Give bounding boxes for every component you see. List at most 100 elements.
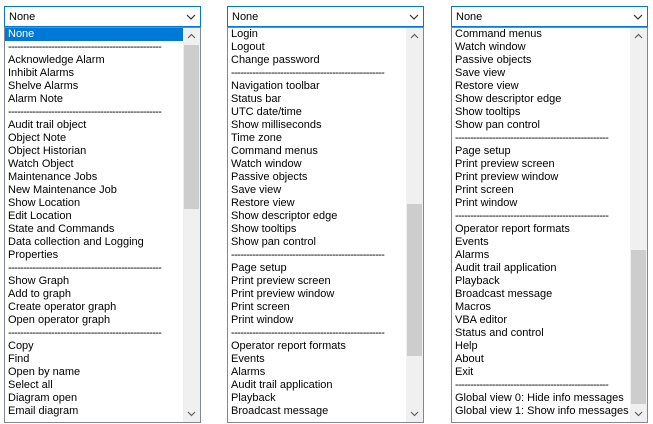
list-item[interactable]: Navigation toolbar bbox=[228, 80, 406, 93]
list-item[interactable]: Broadcast message bbox=[452, 288, 630, 301]
list-item[interactable]: Page setup bbox=[228, 262, 406, 275]
list-item[interactable]: Save view bbox=[228, 184, 406, 197]
list-item[interactable]: Show descriptor edge bbox=[452, 93, 630, 106]
combo-box-3[interactable]: None bbox=[451, 6, 648, 27]
list-item[interactable]: Operator report formats bbox=[228, 340, 406, 353]
list-item[interactable]: Restore view bbox=[452, 80, 630, 93]
list-item[interactable]: Exit bbox=[452, 366, 630, 379]
chevron-down-icon[interactable] bbox=[185, 11, 197, 23]
list-item[interactable]: None bbox=[5, 28, 183, 41]
list-item[interactable]: Edit Location bbox=[5, 210, 183, 223]
list-item[interactable]: New Maintenance Job bbox=[5, 184, 183, 197]
dropdown-list-2[interactable]: Login Logout Change password --------------… bbox=[227, 27, 424, 423]
list-item[interactable]: Find bbox=[5, 353, 183, 366]
list-item[interactable]: Copy bbox=[5, 340, 183, 353]
list-item[interactable]: Alarm Note bbox=[5, 93, 183, 106]
list-item[interactable]: Command menus bbox=[228, 145, 406, 158]
list-item[interactable]: Print preview screen bbox=[228, 275, 406, 288]
list-item[interactable]: Email diagram bbox=[5, 405, 183, 418]
list-item[interactable]: About bbox=[452, 353, 630, 366]
scrollbar-2[interactable] bbox=[406, 28, 423, 422]
list-item[interactable]: Save view bbox=[452, 67, 630, 80]
list-item[interactable]: Select all bbox=[5, 379, 183, 392]
list-item[interactable]: Show tooltips bbox=[452, 106, 630, 119]
list-item[interactable]: Print preview screen bbox=[452, 158, 630, 171]
list-item[interactable]: Global view 1: Show info messages bbox=[452, 405, 630, 418]
list-item[interactable]: VBA editor bbox=[452, 314, 630, 327]
list-item[interactable]: Open by name bbox=[5, 366, 183, 379]
list-item[interactable]: Show Graph bbox=[5, 275, 183, 288]
list-item[interactable]: UTC date/time bbox=[228, 106, 406, 119]
scrollbar-3[interactable] bbox=[630, 28, 647, 422]
list-item[interactable]: Audit trail application bbox=[228, 379, 406, 392]
chevron-down-icon[interactable] bbox=[408, 11, 420, 23]
list-item[interactable]: Maintenance Jobs bbox=[5, 171, 183, 184]
list-item[interactable]: Add to graph bbox=[5, 288, 183, 301]
chevron-down-icon[interactable] bbox=[632, 11, 644, 23]
list-item[interactable]: Print screen bbox=[228, 301, 406, 314]
list-item[interactable]: Watch window bbox=[452, 41, 630, 54]
list-item[interactable]: Macros bbox=[452, 301, 630, 314]
list-item[interactable]: Operator report formats bbox=[452, 223, 630, 236]
list-item[interactable]: Create operator graph bbox=[5, 301, 183, 314]
list-item[interactable]: Events bbox=[452, 236, 630, 249]
scroll-up-arrow-icon[interactable] bbox=[183, 28, 200, 45]
list-item[interactable]: Alarms bbox=[452, 249, 630, 262]
list-item[interactable]: Show tooltips bbox=[228, 223, 406, 236]
list-item[interactable]: Alarms bbox=[228, 366, 406, 379]
list-item[interactable]: Show descriptor edge bbox=[228, 210, 406, 223]
list-item[interactable]: Acknowledge Alarm bbox=[5, 54, 183, 67]
scroll-down-arrow-icon[interactable] bbox=[183, 405, 200, 422]
dropdown-list-3[interactable]: Command menus Watch window Passive objects… bbox=[451, 27, 648, 423]
list-item[interactable]: Events bbox=[228, 353, 406, 366]
list-item[interactable]: Global view 0: Hide info messages bbox=[452, 392, 630, 405]
list-item[interactable]: Data collection and Logging bbox=[5, 236, 183, 249]
scrollbar-thumb-2[interactable] bbox=[407, 204, 422, 356]
list-item[interactable]: Broadcast message bbox=[228, 405, 406, 418]
list-item[interactable]: Show milliseconds bbox=[228, 119, 406, 132]
scrollbar-1[interactable] bbox=[183, 28, 200, 422]
list-item[interactable]: Watch Object bbox=[5, 158, 183, 171]
list-item[interactable]: Watch window bbox=[228, 158, 406, 171]
list-item[interactable]: Properties bbox=[5, 249, 183, 262]
list-item[interactable]: Change password bbox=[228, 54, 406, 67]
list-item[interactable]: Logout bbox=[228, 41, 406, 54]
list-item[interactable]: Audit trail application bbox=[452, 262, 630, 275]
scroll-down-arrow-icon[interactable] bbox=[406, 405, 423, 422]
list-item[interactable]: Time zone bbox=[228, 132, 406, 145]
list-item[interactable]: Object Historian bbox=[5, 145, 183, 158]
list-item[interactable]: Audit trail object bbox=[5, 119, 183, 132]
list-item[interactable]: Shelve Alarms bbox=[5, 80, 183, 93]
list-item[interactable]: State and Commands bbox=[5, 223, 183, 236]
scroll-down-arrow-icon[interactable] bbox=[630, 405, 647, 422]
list-item[interactable]: Page setup bbox=[452, 145, 630, 158]
list-item[interactable]: Show Location bbox=[5, 197, 183, 210]
combo-box-1[interactable]: None bbox=[4, 6, 201, 27]
list-item[interactable]: Print window bbox=[228, 314, 406, 327]
scroll-up-arrow-icon[interactable] bbox=[406, 28, 423, 45]
list-item[interactable]: Command menus bbox=[452, 28, 630, 41]
list-item[interactable]: Diagram open bbox=[5, 392, 183, 405]
list-item[interactable]: Status bar bbox=[228, 93, 406, 106]
list-item[interactable]: Object Note bbox=[5, 132, 183, 145]
list-item[interactable]: Playback bbox=[228, 392, 406, 405]
list-item[interactable]: Print window bbox=[452, 197, 630, 210]
list-item[interactable]: Show pan control bbox=[228, 236, 406, 249]
list-item[interactable]: Open operator graph bbox=[5, 314, 183, 327]
list-item[interactable]: Show pan control bbox=[452, 119, 630, 132]
list-item[interactable]: Passive objects bbox=[228, 171, 406, 184]
list-item[interactable]: Restore view bbox=[228, 197, 406, 210]
list-item[interactable]: Passive objects bbox=[452, 54, 630, 67]
list-item[interactable]: Inhibit Alarms bbox=[5, 67, 183, 80]
combo-box-2[interactable]: None bbox=[227, 6, 424, 27]
list-item[interactable]: Print preview window bbox=[452, 171, 630, 184]
list-item[interactable]: Playback bbox=[452, 275, 630, 288]
scroll-up-arrow-icon[interactable] bbox=[630, 28, 647, 45]
list-item[interactable]: Status and control bbox=[452, 327, 630, 340]
list-item[interactable]: Print screen bbox=[452, 184, 630, 197]
list-item[interactable]: Help bbox=[452, 340, 630, 353]
scrollbar-thumb-1[interactable] bbox=[184, 45, 199, 209]
list-item[interactable]: Login bbox=[228, 28, 406, 41]
dropdown-list-1[interactable]: None ------------------------------------… bbox=[4, 27, 201, 423]
list-item[interactable]: Print preview window bbox=[228, 288, 406, 301]
